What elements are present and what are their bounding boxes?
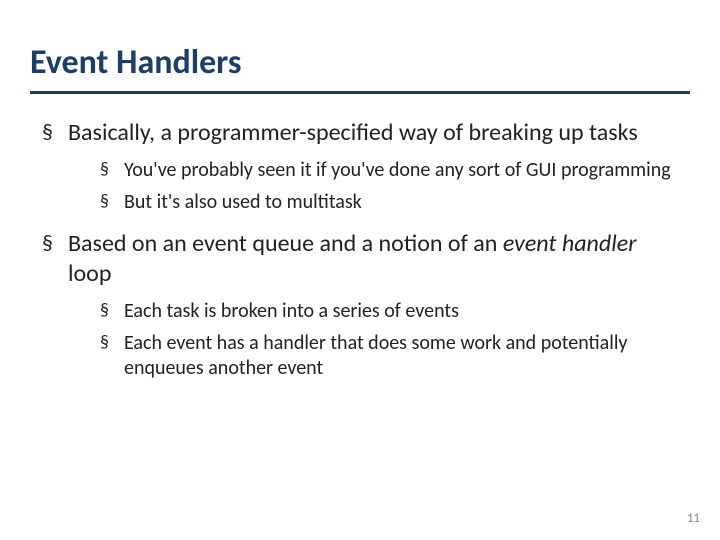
bullet-1-text: Basically, a programmer-specified way of… [68, 118, 638, 147]
bullet-2-sub: Each task is broken into a series of eve… [68, 299, 680, 382]
page-number: 11 [687, 511, 700, 526]
bullet-1: Basically, a programmer-specified way of… [40, 118, 680, 215]
bullet-2-sub-1: Each task is broken into a series of eve… [98, 299, 680, 325]
bullet-2-suffix: loop [68, 259, 111, 288]
bullet-2-sub-2: Each event has a handler that does some … [98, 331, 680, 382]
bullet-1-sub-2: But it's also used to multitask [98, 190, 680, 216]
title-rule [30, 91, 690, 94]
bullet-list: Basically, a programmer-specified way of… [30, 118, 690, 382]
bullet-1-sub-1: You've probably seen it if you've done a… [98, 158, 680, 184]
slide-title: Event Handlers [30, 42, 690, 85]
bullet-2-italic: event handler [503, 229, 637, 258]
bullet-1-sub: You've probably seen it if you've done a… [68, 158, 680, 215]
slide: Event Handlers Basically, a programmer-s… [0, 0, 720, 540]
bullet-2-prefix: Based on an event queue and a notion of … [68, 229, 503, 258]
bullet-2: Based on an event queue and a notion of … [40, 229, 680, 382]
